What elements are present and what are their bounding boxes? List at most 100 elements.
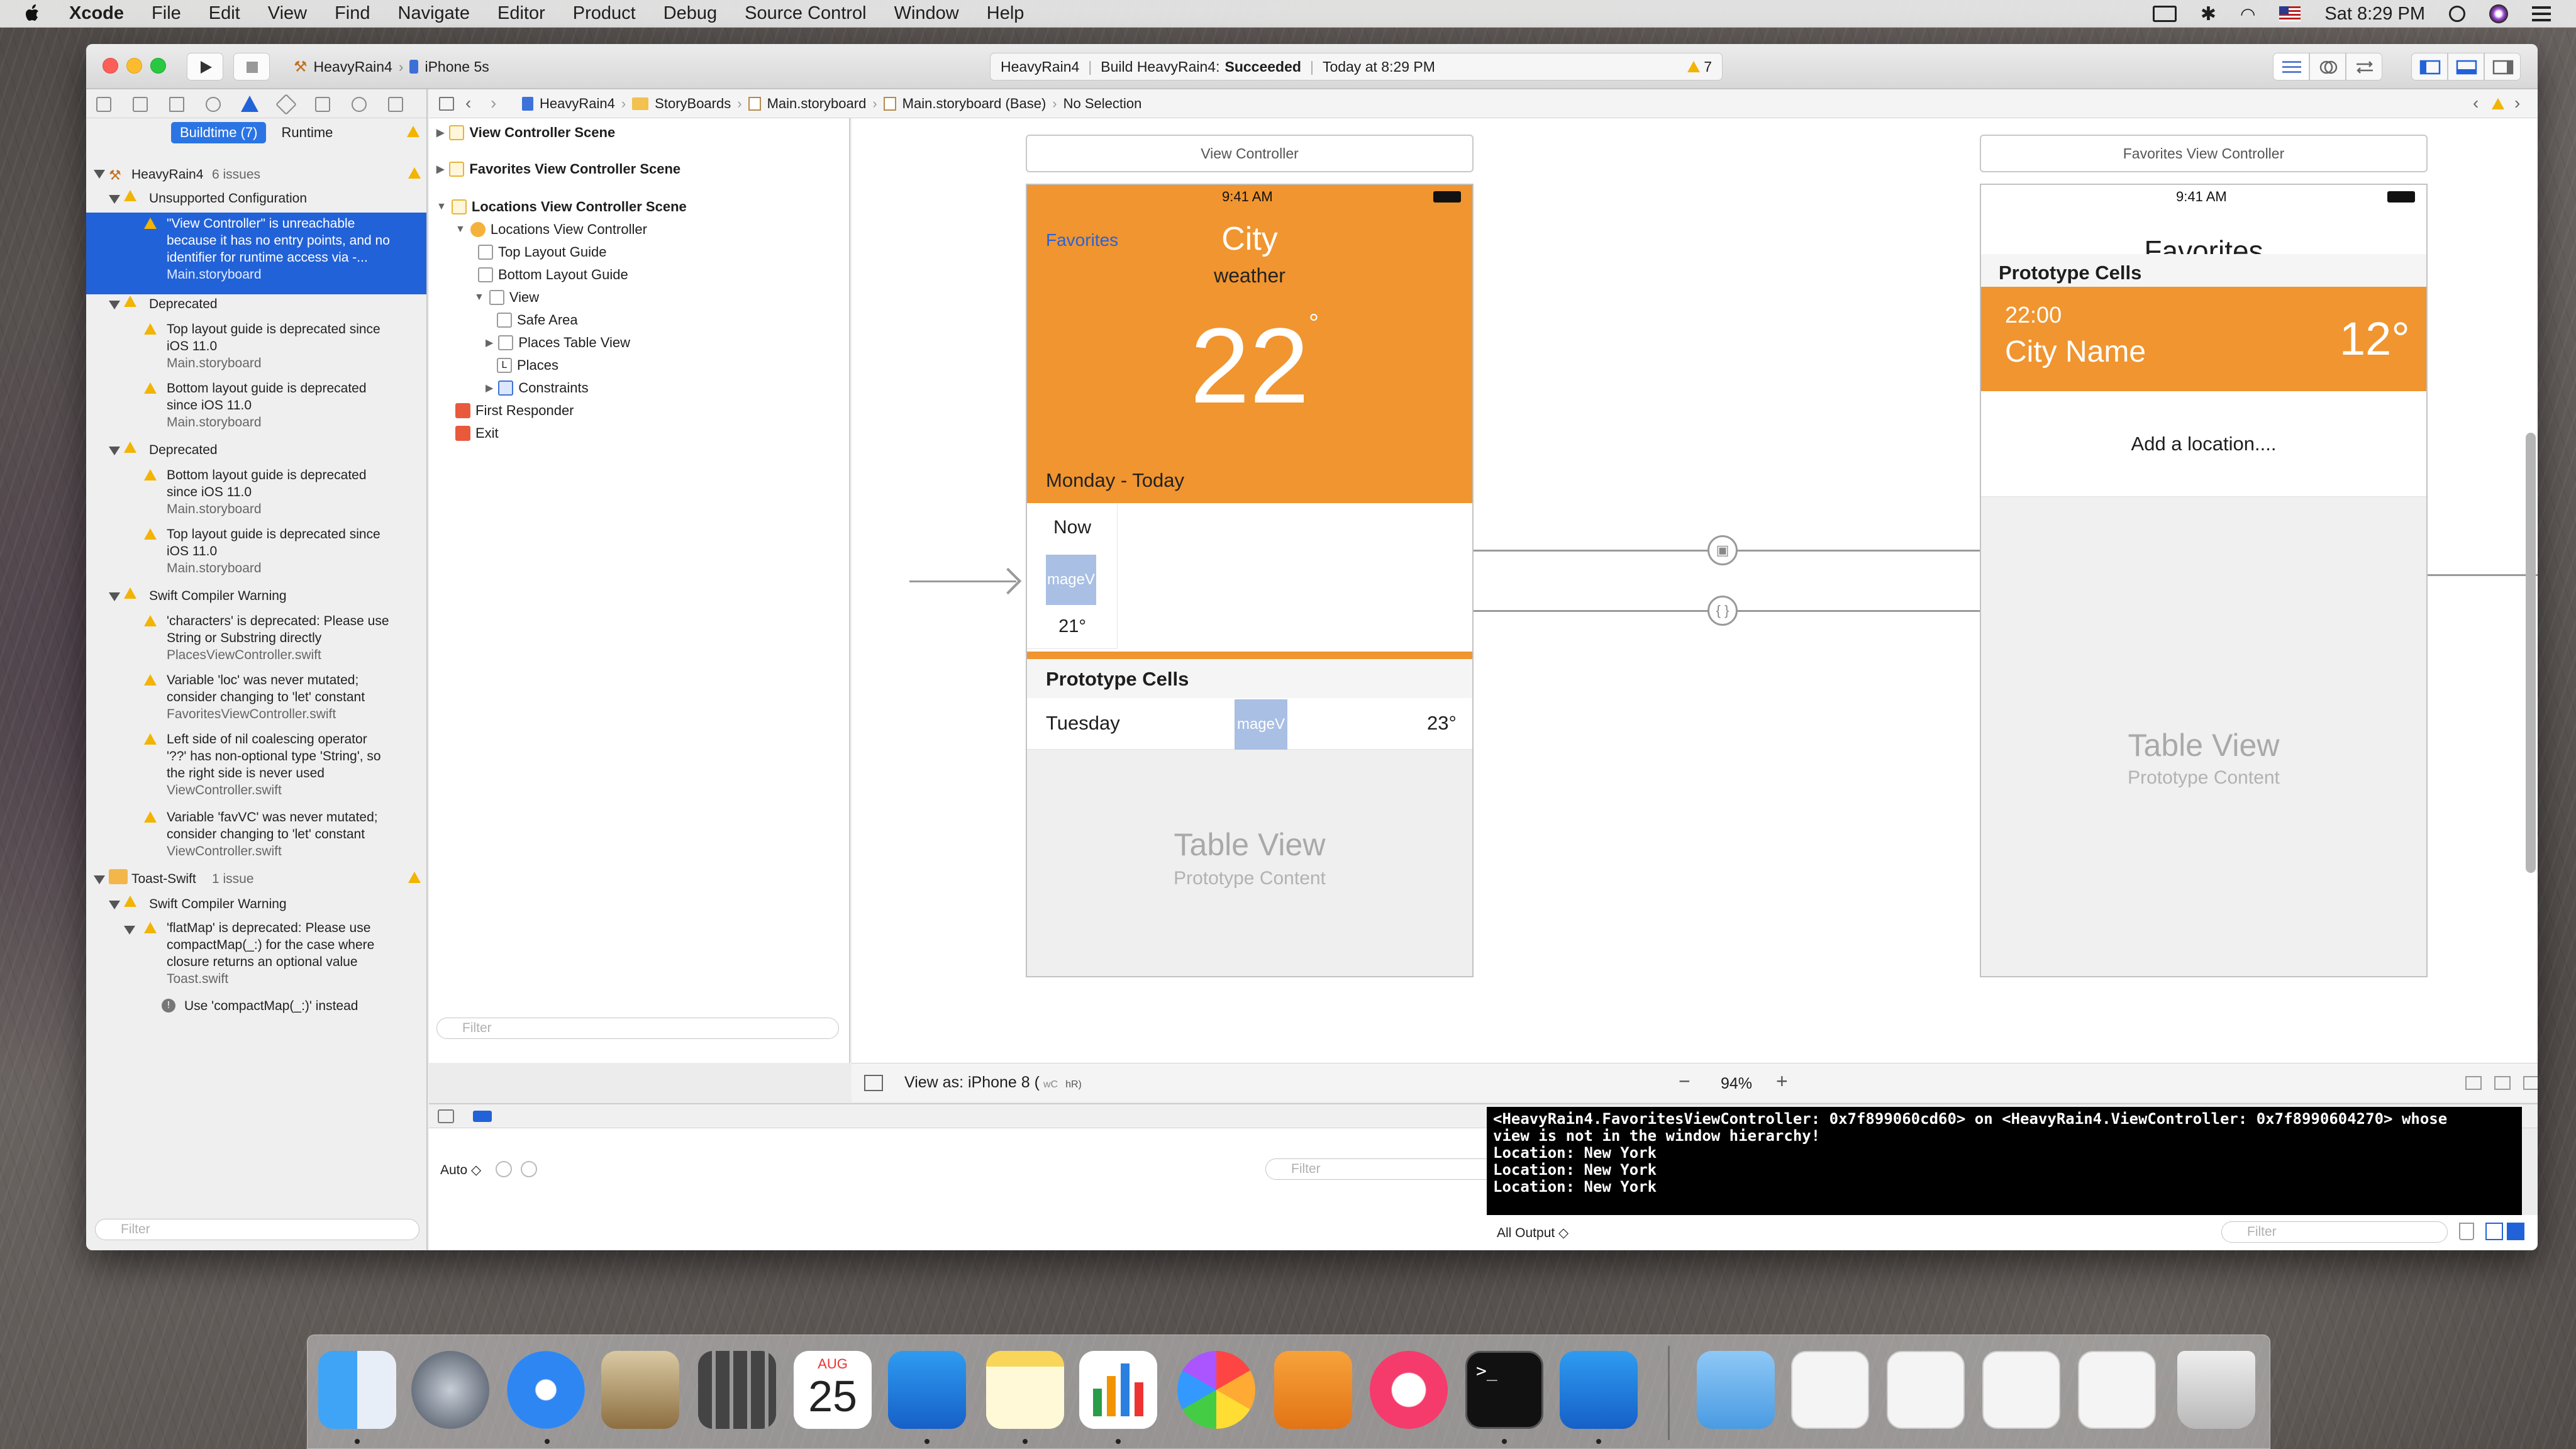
terminal-icon[interactable]: >_ <box>1465 1351 1543 1429</box>
hide-debug-area-icon[interactable] <box>438 1109 454 1123</box>
console-filter-field[interactable]: Filter <box>2221 1221 2448 1243</box>
calendar-icon[interactable]: AUG 25 <box>794 1351 872 1429</box>
scheme-selector[interactable]: ⚒ HeavyRain4 › iPhone 5s <box>294 53 489 80</box>
segue-line[interactable] <box>2424 574 2538 576</box>
group-swift-compiler-warning[interactable]: Swift Compiler Warning <box>149 587 287 604</box>
menu-window[interactable]: Window <box>894 3 959 24</box>
symbol-navigator-icon[interactable] <box>169 97 184 112</box>
project-name[interactable]: HeavyRain4 <box>131 166 203 183</box>
console-output-select[interactable]: All Output ◇ <box>1497 1225 1568 1241</box>
breadcrumb-group[interactable]: StoryBoards <box>655 96 731 112</box>
photos-icon[interactable] <box>1177 1351 1255 1429</box>
outline-places[interactable]: L Places <box>497 357 558 374</box>
scheme-project[interactable]: HeavyRain4 <box>314 58 392 75</box>
toggle-debug-area-icon[interactable] <box>2448 53 2484 80</box>
find-navigator-icon[interactable] <box>206 97 221 112</box>
outline-filter-field[interactable]: Filter <box>436 1018 839 1039</box>
menubar-clock[interactable]: Sat 8:29 PM <box>2324 4 2425 25</box>
group-swift-compiler-warning[interactable]: Swift Compiler Warning <box>149 896 287 913</box>
tab-runtime[interactable]: Runtime <box>272 122 341 143</box>
finder-icon[interactable] <box>318 1351 396 1429</box>
group-deprecated[interactable]: Deprecated <box>149 441 218 458</box>
show-variables-icon[interactable] <box>2485 1223 2503 1240</box>
scheme-device[interactable]: iPhone 5s <box>425 58 489 75</box>
breakpoints-toggle-icon[interactable] <box>473 1111 492 1122</box>
view-as-device-button[interactable]: View as: iPhone 8 (wC hR) <box>904 1074 1082 1092</box>
group-deprecated[interactable]: Deprecated <box>149 296 218 313</box>
calculator-icon[interactable] <box>698 1351 776 1429</box>
wifi-icon[interactable]: ◠ <box>2240 4 2255 25</box>
outline-scene-locations[interactable]: ▼ Locations View Controller Scene <box>436 199 687 215</box>
present-segue-icon[interactable]: ▣ <box>1707 535 1738 565</box>
launchpad-icon[interactable] <box>411 1351 489 1429</box>
menu-view[interactable]: View <box>268 3 307 24</box>
breadcrumb-file[interactable]: Main.storyboard <box>767 96 867 112</box>
disclosure-triangle-icon[interactable] <box>109 301 120 309</box>
siri-icon[interactable] <box>2489 4 2508 23</box>
safari-icon[interactable] <box>507 1351 585 1429</box>
show-console-icon[interactable] <box>2507 1223 2524 1240</box>
zoom-out-button[interactable]: − <box>1679 1070 1690 1093</box>
menu-debug[interactable]: Debug <box>663 3 717 24</box>
variables-scope-select[interactable]: Auto ◇ <box>440 1162 481 1178</box>
apple-menu-icon[interactable] <box>24 4 42 24</box>
report-navigator-icon[interactable] <box>388 97 403 112</box>
disclosure-triangle-icon[interactable] <box>109 447 120 455</box>
scene-header-favorites[interactable]: Favorites View Controller <box>1980 135 2428 172</box>
view-controller-scene[interactable]: 9:41 AM Favorites City weather 22 ° Mond… <box>1026 184 1474 977</box>
outline-bottom-layout-guide[interactable]: Bottom Layout Guide <box>478 267 628 283</box>
menu-navigate[interactable]: Navigate <box>398 3 470 24</box>
show-outline-icon[interactable] <box>864 1075 883 1091</box>
airplay-icon[interactable] <box>2152 6 2177 22</box>
outline-view[interactable]: ▼ View <box>474 289 539 306</box>
toggle-navigator-icon[interactable] <box>2411 53 2448 80</box>
issue-line[interactable]: 'flatMap' is deprecated: Please use <box>167 919 370 936</box>
next-issue-icon[interactable]: › <box>2514 93 2520 113</box>
standard-editor-icon[interactable] <box>2273 53 2309 80</box>
menu-file[interactable]: File <box>152 3 181 24</box>
info-icon[interactable] <box>521 1161 537 1177</box>
quick-look-icon[interactable] <box>496 1161 512 1177</box>
tab-buildtime[interactable]: Buildtime (7) <box>171 122 267 143</box>
zoom-in-button[interactable]: + <box>1776 1070 1788 1093</box>
breadcrumb-localization[interactable]: Main.storyboard (Base) <box>902 96 1046 112</box>
outline-safe-area[interactable]: Safe Area <box>497 312 578 328</box>
menu-find[interactable]: Find <box>335 3 370 24</box>
breadcrumb-selection[interactable]: No Selection <box>1063 96 1142 112</box>
test-navigator-icon[interactable] <box>275 94 297 115</box>
menu-edit[interactable]: Edit <box>209 3 240 24</box>
warning-counter[interactable]: 7 <box>1687 58 1712 75</box>
issue-line[interactable]: 'characters' is deprecated: Please use <box>167 613 389 630</box>
issue-line[interactable]: Variable 'favVC' was never mutated; <box>167 809 378 826</box>
outline-exit[interactable]: Exit <box>455 425 499 441</box>
notes-icon[interactable] <box>986 1351 1064 1429</box>
bluetooth-icon[interactable]: ✱ <box>2201 3 2216 25</box>
outline-top-layout-guide[interactable]: Top Layout Guide <box>478 244 606 260</box>
issue-line[interactable]: Variable 'loc' was never mutated; <box>167 672 358 689</box>
menu-source-control[interactable]: Source Control <box>745 3 866 24</box>
outline-locations-view-controller[interactable]: ▼ Locations View Controller <box>455 221 647 238</box>
issue-line[interactable]: Top layout guide is deprecated since <box>167 526 380 543</box>
warning-icon[interactable] <box>2492 98 2504 109</box>
source-control-navigator-icon[interactable] <box>133 97 148 112</box>
minimized-window-thumbnail[interactable] <box>1791 1351 1869 1429</box>
project-name[interactable]: Toast-Swift <box>131 870 196 887</box>
minimized-window-thumbnail[interactable] <box>1887 1351 1965 1429</box>
issue-line[interactable]: Top layout guide is deprecated since <box>167 321 380 338</box>
outline-first-responder[interactable]: First Responder <box>455 402 574 419</box>
minimized-window-thumbnail[interactable] <box>1982 1351 2060 1429</box>
back-arrow-icon[interactable]: ‹ <box>465 93 471 113</box>
issue-navigator-icon[interactable] <box>241 96 258 112</box>
custom-segue-icon[interactable]: { } <box>1707 596 1738 626</box>
menu-product[interactable]: Product <box>573 3 636 24</box>
breadcrumb-project[interactable]: HeavyRain4 <box>540 96 615 112</box>
console-output[interactable]: <HeavyRain4.FavoritesViewController: 0x7… <box>1487 1107 2522 1215</box>
assistant-editor-icon[interactable] <box>2309 53 2346 80</box>
minimized-window-thumbnail[interactable] <box>2078 1351 2156 1429</box>
numbers-icon[interactable] <box>1079 1351 1157 1429</box>
disclosure-triangle-icon[interactable] <box>94 170 105 179</box>
menu-app-name[interactable]: Xcode <box>69 3 124 24</box>
project-navigator-icon[interactable] <box>96 97 111 112</box>
spotlight-icon[interactable] <box>2449 6 2465 22</box>
vertical-scrollbar[interactable] <box>2526 433 2536 873</box>
